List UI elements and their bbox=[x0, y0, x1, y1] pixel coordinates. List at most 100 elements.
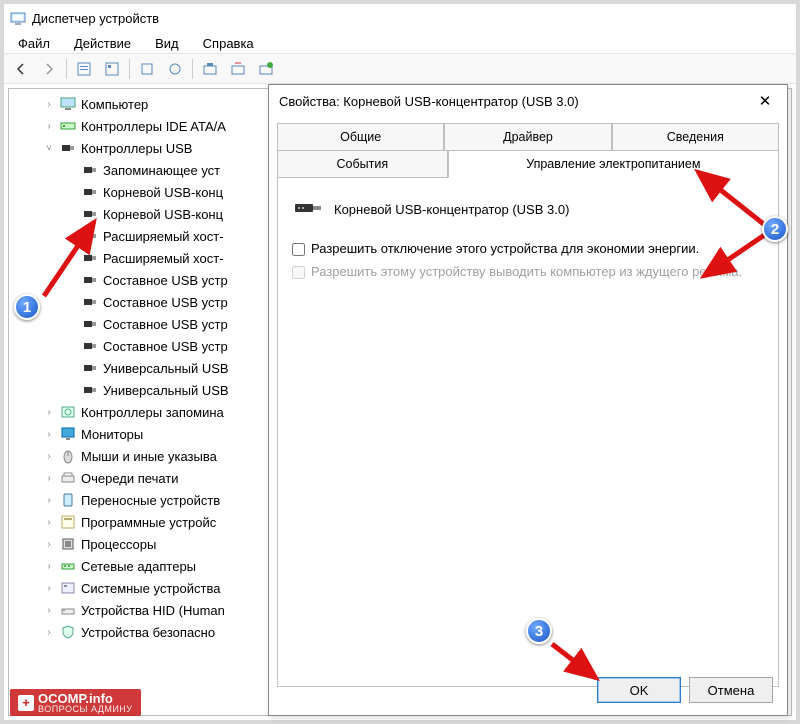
annotation-marker-3: 3 bbox=[526, 618, 552, 644]
toolbar-btn-3[interactable] bbox=[134, 57, 160, 81]
expander-icon[interactable]: › bbox=[41, 429, 57, 440]
cancel-button[interactable]: Отмена bbox=[689, 677, 773, 703]
device-header: Корневой USB-концентратор (USB 3.0) bbox=[292, 192, 764, 237]
tree-item-label: Контроллеры USB bbox=[79, 141, 192, 156]
tree-item-label: Универсальный USB bbox=[101, 361, 229, 376]
tree-item-label: Составное USB устр bbox=[101, 273, 228, 288]
usb-icon bbox=[81, 360, 99, 376]
toolbar-btn-7[interactable] bbox=[253, 57, 279, 81]
tree-item-label: Составное USB устр bbox=[101, 295, 228, 310]
separator bbox=[66, 59, 67, 79]
tree-item-label: Системные устройства bbox=[79, 581, 220, 596]
expander-icon[interactable]: › bbox=[41, 473, 57, 484]
usb-icon bbox=[81, 316, 99, 332]
tab-driver[interactable]: Драйвер bbox=[444, 123, 611, 150]
separator bbox=[192, 59, 193, 79]
usb-icon bbox=[81, 162, 99, 178]
tabs: Общие Драйвер Сведения События Управлени… bbox=[269, 117, 787, 687]
toolbar-btn-2[interactable] bbox=[99, 57, 125, 81]
device-manager-window: Диспетчер устройств Файл Действие Вид Сп… bbox=[4, 4, 796, 720]
watermark: + OCOMP.info ВОПРОСЫ АДМИНУ bbox=[10, 689, 141, 716]
software-icon bbox=[59, 514, 77, 530]
expander-icon[interactable]: › bbox=[41, 561, 57, 572]
menu-view[interactable]: Вид bbox=[145, 34, 189, 53]
tree-item-label: Устройства HID (Human bbox=[79, 603, 225, 618]
usb-icon bbox=[81, 184, 99, 200]
usb-hub-icon bbox=[294, 198, 322, 221]
tab-panel-power: Корневой USB-концентратор (USB 3.0) Разр… bbox=[277, 177, 779, 687]
device-name: Корневой USB-концентратор (USB 3.0) bbox=[334, 202, 569, 217]
toolbar bbox=[4, 54, 796, 84]
tree-item-label: Сетевые адаптеры bbox=[79, 559, 196, 574]
app-icon bbox=[10, 10, 26, 26]
security-icon bbox=[59, 624, 77, 640]
monitor-icon bbox=[59, 426, 77, 442]
annotation-marker-2: 2 bbox=[762, 216, 788, 242]
tab-power[interactable]: Управление электропитанием bbox=[448, 150, 779, 178]
menu-file[interactable]: Файл bbox=[8, 34, 60, 53]
expander-icon[interactable]: › bbox=[41, 627, 57, 638]
expander-icon[interactable]: › bbox=[41, 539, 57, 550]
tree-item-label: Универсальный USB bbox=[101, 383, 229, 398]
portable-icon bbox=[59, 492, 77, 508]
queue-icon bbox=[59, 470, 77, 486]
expander-icon[interactable]: › bbox=[41, 121, 57, 132]
annotation-marker-1: 1 bbox=[14, 294, 40, 320]
menubar: Файл Действие Вид Справка bbox=[4, 32, 796, 54]
usb-icon bbox=[59, 140, 77, 156]
ok-button[interactable]: OK bbox=[597, 677, 681, 703]
expander-icon[interactable]: › bbox=[41, 451, 57, 462]
checkbox-allow-turnoff-label: Разрешить отключение этого устройства дл… bbox=[311, 241, 699, 256]
tree-item-label: Компьютер bbox=[79, 97, 148, 112]
checkbox-allow-wake-input bbox=[292, 266, 305, 279]
usb-icon bbox=[81, 294, 99, 310]
watermark-sub: ВОПРОСЫ АДМИНУ bbox=[38, 704, 133, 714]
tab-details[interactable]: Сведения bbox=[612, 123, 779, 150]
tree-item-label: Переносные устройств bbox=[79, 493, 220, 508]
toolbar-btn-6[interactable] bbox=[225, 57, 251, 81]
tree-item-label: Запоминающее уст bbox=[101, 163, 220, 178]
expander-icon[interactable]: › bbox=[41, 583, 57, 594]
menu-action[interactable]: Действие bbox=[64, 34, 141, 53]
tree-item-label: Корневой USB-конц bbox=[101, 207, 223, 222]
usb-icon bbox=[81, 228, 99, 244]
tree-item-label: Составное USB устр bbox=[101, 339, 228, 354]
toolbar-btn-1[interactable] bbox=[71, 57, 97, 81]
tree-item-label: Корневой USB-конц bbox=[101, 185, 223, 200]
tree-item-label: Составное USB устр bbox=[101, 317, 228, 332]
dialog-titlebar: Свойства: Корневой USB-концентратор (USB… bbox=[269, 85, 787, 117]
back-button[interactable] bbox=[8, 57, 34, 81]
properties-dialog: Свойства: Корневой USB-концентратор (USB… bbox=[268, 84, 788, 716]
expander-icon[interactable]: › bbox=[41, 495, 57, 506]
usb-icon bbox=[81, 250, 99, 266]
tree-item-label: Мыши и иные указыва bbox=[79, 449, 217, 464]
checkbox-allow-turnoff[interactable]: Разрешить отключение этого устройства дл… bbox=[292, 237, 764, 260]
usb-icon bbox=[81, 338, 99, 354]
toolbar-btn-4[interactable] bbox=[162, 57, 188, 81]
hid-icon bbox=[59, 602, 77, 618]
storage-icon bbox=[59, 404, 77, 420]
close-button[interactable]: ✕ bbox=[753, 89, 777, 113]
toolbar-btn-5[interactable] bbox=[197, 57, 223, 81]
dialog-buttons: OK Отмена bbox=[597, 677, 773, 703]
tab-events[interactable]: События bbox=[277, 150, 448, 178]
expander-icon[interactable]: › bbox=[41, 407, 57, 418]
tree-item-label: Контроллеры запомина bbox=[79, 405, 224, 420]
plus-icon: + bbox=[18, 695, 34, 711]
tab-general[interactable]: Общие bbox=[277, 123, 444, 150]
tree-item-label: Очереди печати bbox=[79, 471, 179, 486]
ide-icon bbox=[59, 118, 77, 134]
expander-icon[interactable]: › bbox=[41, 605, 57, 616]
tree-item-label: Устройства безопасно bbox=[79, 625, 215, 640]
separator bbox=[129, 59, 130, 79]
expander-icon[interactable]: › bbox=[41, 99, 57, 110]
checkbox-allow-turnoff-input[interactable] bbox=[292, 243, 305, 256]
expander-icon[interactable]: ˅ bbox=[41, 143, 57, 154]
tree-item-label: Мониторы bbox=[79, 427, 143, 442]
dialog-title: Свойства: Корневой USB-концентратор (USB… bbox=[279, 94, 579, 109]
system-icon bbox=[59, 580, 77, 596]
expander-icon[interactable]: › bbox=[41, 517, 57, 528]
forward-button[interactable] bbox=[36, 57, 62, 81]
usb-icon bbox=[81, 272, 99, 288]
menu-help[interactable]: Справка bbox=[193, 34, 264, 53]
